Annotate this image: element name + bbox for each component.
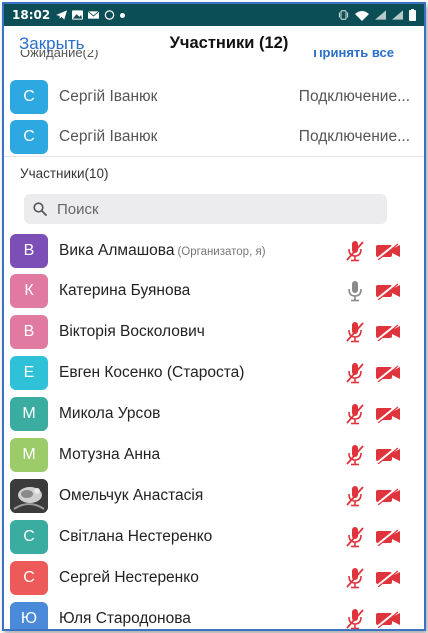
participant-name-wrap: Вікторія Восколович: [59, 323, 205, 341]
mic-muted-icon[interactable]: [346, 567, 364, 589]
signal-icon: [375, 10, 386, 20]
waiting-section-header: Ожидание(2) Принять все: [4, 50, 424, 64]
participant-row[interactable]: С Сергей Нестеренко: [4, 557, 424, 598]
status-right-icons: [338, 9, 416, 21]
waiting-row[interactable]: С Сергій Іванюк Подключение...: [4, 116, 424, 157]
participant-row[interactable]: В Вика Алмашова (Организатор, я): [4, 230, 424, 271]
participant-name: Мотузна Анна: [59, 446, 161, 463]
video-off-icon[interactable]: [375, 241, 401, 260]
participant-name-wrap: Мотузна Анна: [59, 446, 160, 464]
waiting-status: Подключение...: [298, 87, 410, 105]
participant-name-wrap: Сергей Нестеренко: [59, 569, 199, 587]
avatar: В: [10, 315, 48, 350]
mic-muted-icon[interactable]: [346, 608, 364, 630]
divider: [4, 156, 424, 157]
waiting-status: Подключение...: [298, 127, 410, 145]
participant-row[interactable]: Ю Юля Стародонова: [4, 598, 424, 630]
signal-icon-2: [392, 10, 403, 20]
participant-name-wrap: Омельчук Анастасія: [59, 487, 203, 505]
app-frame: 18:02 Закрыть Участники (12) Ожидание(2)…: [2, 2, 426, 631]
search-icon: [33, 202, 47, 216]
waiting-label: Ожидание(2): [20, 50, 99, 60]
video-off-icon[interactable]: [375, 405, 401, 424]
image-icon: [72, 10, 84, 20]
battery-icon: [409, 9, 416, 21]
participant-name: Вікторія Восколович: [59, 323, 205, 341]
status-left-icons: [56, 10, 126, 20]
participant-row[interactable]: С Світлана Нестеренко: [4, 516, 424, 557]
avatar: С: [10, 560, 48, 595]
avatar: К: [10, 274, 48, 309]
vibrate-icon: [338, 10, 349, 20]
avatar: С: [10, 519, 48, 554]
participant-name: Сергей Нестеренко: [59, 568, 199, 586]
participants-label: Участники(10): [20, 166, 109, 181]
participant-name-wrap: Микола Урсов: [59, 405, 160, 423]
mic-on-icon[interactable]: [346, 280, 364, 302]
participant-name: Юля Стародонова: [59, 609, 191, 627]
avatar: Ю: [10, 601, 48, 629]
video-off-icon[interactable]: [375, 609, 401, 628]
waiting-row[interactable]: С Сергій Іванюк Подключение...: [4, 76, 424, 117]
participant-row[interactable]: М Микола Урсов: [4, 394, 424, 435]
video-off-icon[interactable]: [375, 364, 401, 383]
mic-muted-icon[interactable]: [346, 526, 364, 548]
participant-name: Вика Алмашова: [59, 241, 175, 259]
mic-muted-icon[interactable]: [346, 362, 364, 384]
participant-row[interactable]: В Вікторія Восколович: [4, 312, 424, 353]
video-off-icon[interactable]: [375, 446, 401, 464]
viber-icon: [104, 10, 115, 20]
waiting-name: Сергій Іванюк: [59, 87, 158, 105]
wifi-icon: [355, 10, 369, 21]
video-off-icon[interactable]: [375, 487, 401, 505]
participant-name-wrap: Катерина Буянова: [59, 282, 190, 300]
mic-muted-icon[interactable]: [346, 485, 364, 507]
telegram-icon: [56, 10, 68, 20]
avatar: В: [10, 233, 48, 268]
participant-name: Світлана Нестеренко: [59, 527, 213, 545]
waiting-name: Сергій Іванюк: [59, 127, 158, 145]
search-bar[interactable]: [24, 194, 387, 224]
mic-muted-icon[interactable]: [346, 321, 364, 343]
avatar: М: [10, 397, 48, 432]
participant-name-wrap: Світлана Нестеренко: [59, 528, 212, 546]
notification-dot-icon: [120, 12, 126, 18]
avatar: [10, 478, 48, 513]
participant-name: Микола Урсов: [59, 405, 161, 423]
participant-row[interactable]: Е Евген Косенко (Староста): [4, 353, 424, 394]
participant-name-wrap: Евген Косенко (Староста): [59, 364, 244, 382]
avatar: Е: [10, 356, 48, 391]
avatar: С: [10, 119, 48, 154]
avatar: С: [10, 79, 48, 114]
status-bar: 18:02: [4, 4, 424, 26]
admit-all-button[interactable]: Принять все: [313, 50, 394, 60]
participant-name-wrap: Юля Стародонова: [59, 610, 191, 628]
mic-muted-icon[interactable]: [346, 240, 364, 262]
participant-name: Катерина Буянова: [59, 282, 191, 300]
participant-row[interactable]: К Катерина Буянова: [4, 271, 424, 312]
search-input[interactable]: [57, 200, 357, 218]
participant-name: Евген Косенко (Староста): [59, 364, 245, 382]
video-off-icon[interactable]: [375, 323, 401, 342]
participant-name: Омельчук Анастасія: [59, 486, 204, 504]
participant-row[interactable]: Омельчук Анастасія: [4, 475, 424, 516]
profile-photo: [10, 478, 48, 513]
participant-name-wrap: Вика Алмашова (Организатор, я): [59, 242, 266, 260]
video-off-icon[interactable]: [375, 527, 401, 546]
video-off-icon[interactable]: [375, 282, 401, 301]
avatar: М: [10, 438, 48, 472]
participant-row[interactable]: М Мотузна Анна: [4, 435, 424, 476]
status-time: 18:02: [12, 8, 51, 22]
mic-muted-icon[interactable]: [346, 403, 364, 425]
video-off-icon[interactable]: [375, 568, 401, 587]
mail-icon: [88, 10, 100, 19]
mic-muted-icon[interactable]: [346, 444, 364, 466]
participant-role: (Организатор, я): [177, 245, 266, 258]
